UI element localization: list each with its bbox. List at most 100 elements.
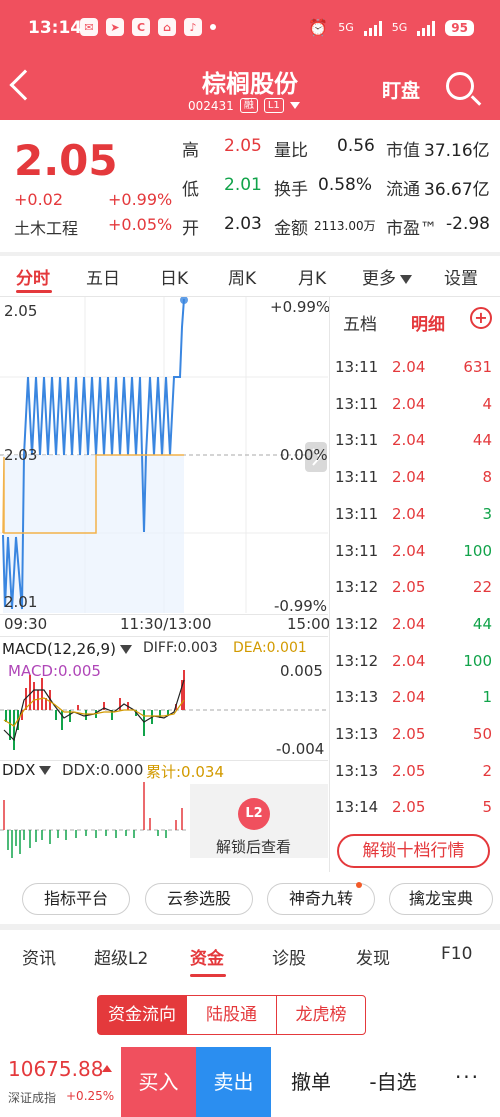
status-time: 13:14 (28, 18, 83, 38)
tick-price: 2.05 (392, 578, 426, 596)
tick-volume: 2 (482, 762, 492, 780)
tab-discover[interactable]: 发现 (356, 944, 390, 969)
tick-price: 2.05 (392, 798, 426, 816)
ddx-value: DDX:0.000 (62, 761, 144, 779)
active-tab-indicator (16, 290, 52, 293)
tick-time: 13:13 (335, 688, 379, 706)
tick-time: 13:11 (335, 468, 379, 486)
network-label-1: 5G (338, 21, 354, 34)
low-label: 低 (182, 180, 199, 200)
active-tab-indicator (190, 974, 226, 977)
tab-intraday[interactable]: 分时 (16, 264, 50, 289)
price-change-pct: +0.99% (108, 190, 173, 209)
up-arrow-icon (102, 1065, 112, 1072)
chevron-down-icon[interactable] (289, 102, 300, 109)
tick-price: 2.04 (392, 688, 426, 706)
tab-diagnosis[interactable]: 诊股 (272, 944, 306, 969)
tab-daily-k[interactable]: 日K (160, 264, 188, 289)
tick-volume: 631 (463, 358, 492, 376)
mktcap-label: 市值 (386, 141, 420, 161)
amount-label: 金额 (274, 219, 308, 239)
bottom-action-bar: 10675.88 深证成指 +0.25% 买入 卖出 撤单 -自选 ··· (0, 1047, 500, 1117)
tick-price: 2.04 (392, 615, 426, 633)
divider (0, 924, 500, 930)
tab-trade-details[interactable]: 明细 (411, 310, 445, 335)
mktcap-value: 37.16亿 (424, 141, 490, 161)
tick-price: 2.04 (392, 395, 426, 413)
tick-time: 13:11 (335, 395, 379, 413)
stock-subtitle[interactable]: 002431 融 L1 (188, 98, 300, 113)
high-label: 高 (182, 141, 199, 161)
status-app-icons: ✉ ➤ C ⌂ ♪ (80, 18, 216, 36)
tab-order-book[interactable]: 五档 (343, 310, 377, 335)
more-button[interactable]: ··· (435, 1047, 500, 1117)
signal-icon (363, 20, 382, 36)
cancel-order-button[interactable]: 撤单 (271, 1047, 351, 1117)
tab-five-day[interactable]: 五日 (86, 264, 120, 289)
sell-button[interactable]: 卖出 (196, 1047, 271, 1117)
tick-price: 2.04 (392, 542, 426, 560)
tab-f10[interactable]: F10 (441, 944, 472, 964)
tick-time: 13:14 (335, 798, 379, 816)
tick-volume: 44 (472, 431, 492, 449)
sector-pct: +0.05% (108, 215, 173, 234)
market-index-widget[interactable]: 10675.88 深证成指 +0.25% (0, 1047, 120, 1117)
macd-chart[interactable] (0, 660, 330, 760)
segment-dragon-tiger[interactable]: 龙虎榜 (276, 995, 366, 1035)
segment-hk-connect[interactable]: 陆股通 (187, 995, 277, 1035)
index-pct: +0.25% (66, 1089, 115, 1103)
tick-time: 13:12 (335, 615, 379, 633)
tick-time: 13:13 (335, 725, 379, 743)
tick-price: 2.04 (392, 468, 426, 486)
indicator-platform-button[interactable]: 指标平台 (22, 883, 130, 915)
tick-volume: 50 (472, 725, 492, 743)
watch-button[interactable]: 盯盘 (382, 76, 420, 103)
remove-favorite-button[interactable]: -自选 (351, 1047, 435, 1117)
tick-time: 13:12 (335, 652, 379, 670)
open-label: 开 (182, 219, 199, 239)
segment-fund-flow[interactable]: 资金流向 (97, 995, 187, 1035)
tick-volume: 8 (482, 468, 492, 486)
status-system-icons: ⏰ 5G 5G 95 (308, 18, 474, 37)
dragon-guide-button[interactable]: 擒龙宝典 (389, 883, 493, 915)
search-icon[interactable] (446, 72, 474, 100)
ddx-selector[interactable]: DDX (2, 761, 52, 779)
tick-time: 13:11 (335, 358, 379, 376)
tab-weekly-k[interactable]: 周K (228, 264, 256, 289)
tab-settings[interactable]: 设置 (444, 264, 478, 289)
macd-dea: DEA:0.001 (233, 640, 307, 656)
y-label-bot: 2.01 (4, 593, 38, 611)
amount-value: 2113.00万 (314, 219, 376, 233)
macd-selector[interactable]: MACD(12,26,9) (2, 640, 132, 658)
ddx-lock-overlay[interactable]: L2 解锁后查看 (190, 784, 328, 858)
tab-monthly-k[interactable]: 月K (298, 264, 326, 289)
macd-name: MACD(12,26,9) (2, 640, 116, 658)
turnover-value: 0.58% (318, 175, 373, 195)
buy-button[interactable]: 买入 (121, 1047, 196, 1117)
time-start: 09:30 (4, 615, 48, 633)
app-icon: C (132, 18, 150, 36)
sector-name[interactable]: 土木工程 (14, 215, 78, 239)
tick-time: 13:12 (335, 578, 379, 596)
tab-news[interactable]: 资讯 (22, 944, 56, 969)
low-value: 2.01 (224, 175, 262, 195)
tick-price: 2.04 (392, 431, 426, 449)
unlock-level10-button[interactable]: 解锁十档行情 (337, 834, 490, 868)
chevron-down-icon (119, 645, 132, 654)
tick-price: 2.04 (392, 652, 426, 670)
cloud-stock-pick-button[interactable]: 云参选股 (145, 883, 253, 915)
tab-super-l2[interactable]: 超级L2 (94, 944, 148, 969)
price-change: +0.02 (14, 190, 64, 209)
alarm-icon: ⏰ (308, 18, 329, 37)
stock-code: 002431 (188, 98, 234, 113)
tab-more[interactable]: 更多 (362, 264, 412, 289)
zoom-in-icon[interactable]: + (470, 307, 492, 329)
tick-volume: 5 (482, 798, 492, 816)
battery-indicator: 95 (445, 19, 474, 36)
y-label-mid: 2.03 (4, 446, 38, 464)
app-header: 13:14 ✉ ➤ C ⌂ ♪ ⏰ 5G 5G 95 棕榈股份 002431 融… (0, 0, 500, 120)
pct-label-mid: 0.00% (280, 446, 328, 464)
tab-funds[interactable]: 资金 (190, 944, 224, 969)
vertical-divider (329, 297, 330, 872)
tick-time: 13:11 (335, 505, 379, 523)
